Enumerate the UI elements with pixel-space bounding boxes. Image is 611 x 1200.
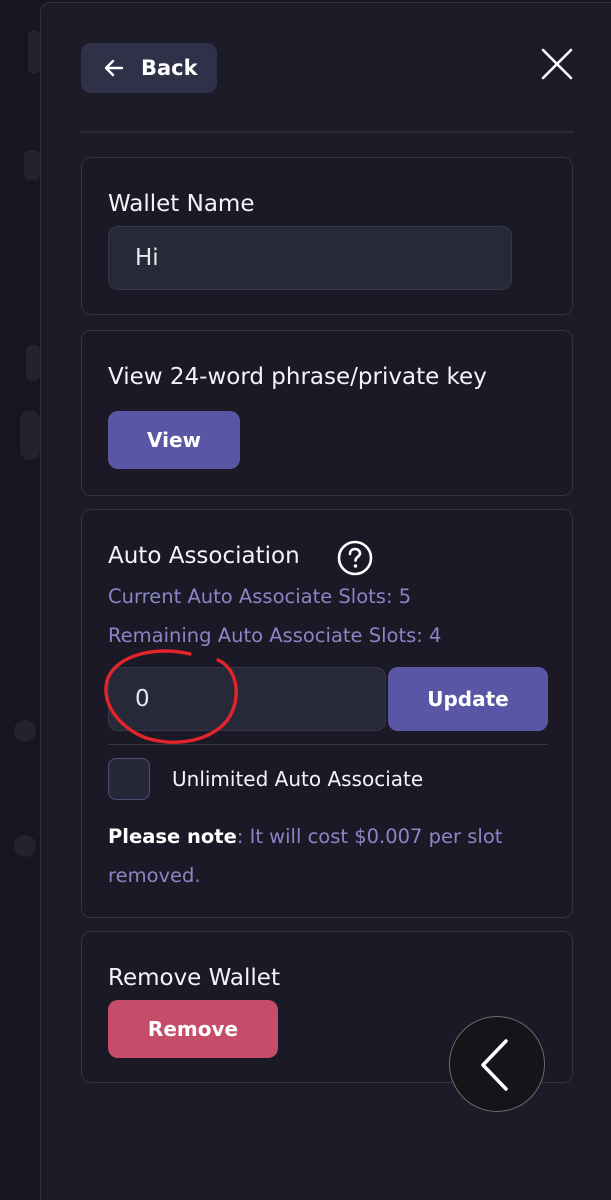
auto-association-card: Auto Association Current Auto Associate …: [81, 509, 573, 918]
background-fragment: [20, 410, 40, 460]
view-button[interactable]: View: [108, 411, 240, 469]
slots-input[interactable]: 0: [108, 667, 386, 731]
remaining-slots-text: Remaining Auto Associate Slots: 4: [108, 624, 442, 647]
background-fragment: [14, 720, 36, 742]
unlimited-checkbox[interactable]: [108, 758, 150, 800]
back-button-label: Back: [141, 56, 198, 80]
auto-association-title: Auto Association: [108, 543, 300, 569]
phrase-card: View 24-word phrase/private key View: [81, 330, 573, 496]
unlimited-checkbox-label: Unlimited Auto Associate: [172, 767, 424, 791]
background-fragment: [28, 30, 40, 74]
chevron-left-icon: [481, 1039, 508, 1091]
wallet-name-input[interactable]: Hi: [108, 226, 512, 290]
arrow-left-icon: [104, 59, 124, 77]
current-slots-text: Current Auto Associate Slots: 5: [108, 585, 412, 608]
background-fragment: [26, 345, 40, 381]
header-divider: [81, 131, 574, 133]
background-fragment: [24, 150, 40, 180]
back-button[interactable]: Back: [81, 43, 217, 93]
phrase-title: View 24-word phrase/private key: [108, 364, 487, 390]
close-icon[interactable]: [538, 45, 576, 83]
section-divider: [108, 744, 548, 745]
note-bold-label: Please note: [108, 825, 237, 848]
update-button[interactable]: Update: [388, 667, 548, 731]
remove-wallet-title: Remove Wallet: [108, 965, 280, 991]
help-icon[interactable]: [337, 540, 373, 576]
wallet-name-card: Wallet Name Hi: [81, 157, 573, 315]
background-fragment: [14, 835, 36, 857]
cost-note: Please note: It will cost $0.007 per slo…: [108, 817, 548, 895]
wallet-name-title: Wallet Name: [108, 191, 255, 217]
floating-back-button[interactable]: [449, 1016, 545, 1112]
remove-button[interactable]: Remove: [108, 1000, 278, 1058]
